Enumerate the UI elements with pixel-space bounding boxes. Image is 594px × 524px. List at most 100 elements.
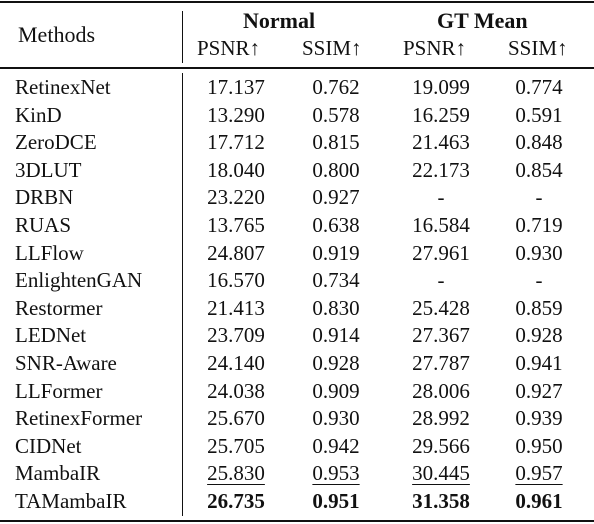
metric-cell: 31.358: [412, 489, 470, 513]
metric-cell: 19.099: [412, 75, 470, 99]
metric-cell: 0.774: [515, 75, 563, 99]
metric-header: PSNR↑: [403, 36, 467, 60]
metric-cell: 0.800: [312, 157, 360, 182]
metric-cell: 0.928: [515, 323, 563, 348]
metric-cell: 17.712: [207, 130, 265, 155]
metric-cell: 0.762: [312, 75, 360, 99]
metric-cell: 0.919: [312, 240, 360, 265]
metric-cell: 0.941: [515, 351, 563, 375]
metric-cell: 0.578: [312, 102, 360, 127]
metric-cell: 27.367: [412, 323, 470, 348]
metric-cell: 25.705: [207, 433, 265, 458]
method-name: LEDNet: [15, 323, 87, 348]
metric-cell: 23.220: [207, 185, 265, 210]
metric-cell: -: [535, 268, 543, 293]
table-row: LEDNet 23.709 0.914 27.367 0.928: [0, 323, 594, 350]
method-name: Restormer: [15, 295, 103, 320]
method-name: MambaIR: [15, 461, 101, 486]
metric-cell: 0.939: [515, 406, 563, 431]
metric-cell: 26.735: [207, 489, 265, 513]
metric-cell: -: [437, 185, 445, 210]
metric-cell: 0.953: [312, 461, 360, 486]
metric-cell: 25.670: [207, 406, 265, 431]
header-divider: [182, 11, 183, 63]
metric-header: SSIM↑: [508, 36, 568, 60]
metric-cell: 0.830: [312, 295, 360, 320]
table-row: Restormer 21.413 0.830 25.428 0.859: [0, 296, 594, 323]
metric-cell: 0.927: [312, 185, 360, 210]
method-name: LLFlow: [15, 240, 84, 265]
table-row: ZeroDCE 17.712 0.815 21.463 0.848: [0, 130, 594, 157]
metric-cell: 0.638: [312, 213, 360, 237]
metric-cell: 0.927: [515, 378, 563, 403]
metric-cell: 28.006: [412, 378, 470, 403]
methods-header: Methods: [18, 22, 95, 47]
method-name: KinD: [15, 102, 62, 127]
metric-cell: 28.992: [412, 406, 470, 431]
metric-cell: 29.566: [412, 433, 470, 458]
metric-cell: 21.413: [207, 295, 265, 320]
table-row: LLFlow 24.807 0.919 27.961 0.930: [0, 241, 594, 268]
metric-cell: 16.570: [207, 268, 265, 293]
metric-cell: 25.830: [207, 461, 265, 486]
metric-cell: 0.815: [312, 130, 360, 155]
table-row: DRBN 23.220 0.927 - -: [0, 185, 594, 212]
metric-cell: 25.428: [412, 295, 470, 320]
metric-cell: 18.040: [207, 157, 265, 182]
header-rule: [0, 67, 594, 69]
group-header-gt-mean: GT Mean: [437, 8, 528, 33]
group-header-normal: Normal: [243, 8, 316, 33]
metric-cell: 0.951: [312, 489, 360, 513]
metric-cell: 0.719: [515, 213, 563, 237]
metric-cell: 21.463: [412, 130, 470, 155]
metric-cell: 0.854: [515, 157, 563, 182]
metric-cell: 0.848: [515, 130, 563, 155]
metric-cell: 22.173: [412, 157, 470, 182]
method-name: DRBN: [15, 185, 74, 210]
table-row: TAMambaIR 26.735 0.951 31.358 0.961: [0, 489, 594, 516]
table-row: MambaIR 25.830 0.953 30.445 0.957: [0, 461, 594, 488]
metric-cell: 27.787: [412, 351, 470, 375]
top-rule: [0, 1, 594, 3]
metric-cell: 24.807: [207, 240, 265, 265]
method-name: RUAS: [15, 213, 72, 237]
metric-cell: 24.038: [207, 378, 265, 403]
table-row: RUAS 13.765 0.638 16.584 0.719: [0, 213, 594, 240]
metric-header: PSNR↑: [197, 36, 261, 60]
metric-cell: 0.914: [312, 323, 360, 348]
metric-cell: 0.859: [515, 295, 563, 320]
table-row: 3DLUT 18.040 0.800 22.173 0.854: [0, 158, 594, 185]
table-row: LLFormer 24.038 0.909 28.006 0.927: [0, 379, 594, 406]
metric-cell: 0.957: [515, 461, 563, 486]
metric-cell: -: [437, 268, 445, 293]
metric-cell: 0.591: [515, 102, 563, 127]
method-name: LLFormer: [15, 378, 103, 403]
metric-cell: 23.709: [207, 323, 265, 348]
method-name: ZeroDCE: [15, 130, 97, 155]
method-name: CIDNet: [15, 433, 82, 458]
method-name: 3DLUT: [15, 157, 82, 182]
metric-cell: 0.734: [312, 268, 360, 293]
table-row: KinD 13.290 0.578 16.259 0.591: [0, 103, 594, 130]
metric-cell: 27.961: [412, 240, 470, 265]
method-name: RetinexNet: [15, 75, 111, 99]
metric-cell: 30.445: [412, 461, 470, 486]
metric-cell: 13.290: [207, 102, 265, 127]
metric-cell: 17.137: [207, 75, 265, 99]
bottom-rule: [0, 520, 594, 522]
metric-cell: 16.584: [412, 213, 470, 237]
metric-cell: 0.950: [515, 433, 563, 458]
metric-cell: 0.942: [312, 433, 360, 458]
table-row: RetinexNet 17.137 0.762 19.099 0.774: [0, 75, 594, 102]
method-name: EnlightenGAN: [15, 268, 143, 293]
metric-cell: 0.930: [515, 240, 563, 265]
metric-cell: -: [535, 185, 543, 210]
table-row: CIDNet 25.705 0.942 29.566 0.950: [0, 434, 594, 461]
metric-cell: 16.259: [412, 102, 470, 127]
metric-cell: 0.909: [312, 378, 360, 403]
method-name: RetinexFormer: [15, 406, 143, 431]
metric-cell: 0.930: [312, 406, 360, 431]
metric-cell: 0.928: [312, 351, 360, 375]
metric-cell: 13.765: [207, 213, 265, 237]
table-row: EnlightenGAN 16.570 0.734 - -: [0, 268, 594, 295]
